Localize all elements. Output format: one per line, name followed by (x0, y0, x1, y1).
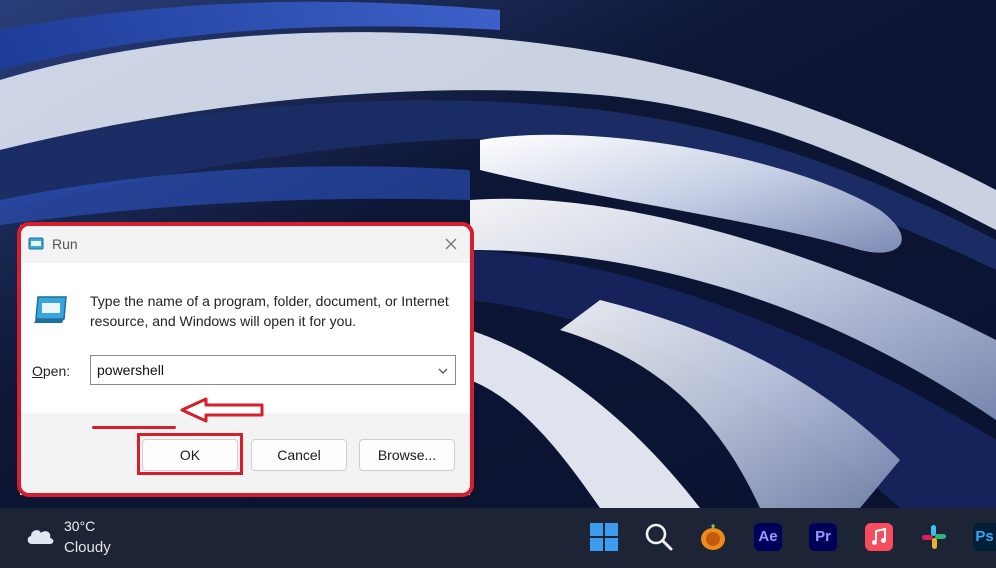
photoshop-icon[interactable]: Ps (973, 523, 996, 551)
after-effects-icon[interactable]: Ae (754, 523, 782, 551)
music-note-icon[interactable] (864, 522, 894, 552)
fl-studio-icon[interactable] (698, 522, 728, 552)
dialog-highlight-frame (17, 222, 474, 497)
weather-condition[interactable]: Cloudy (64, 539, 111, 556)
windows-start-icon[interactable] (589, 522, 619, 552)
slack-icon[interactable] (919, 522, 949, 552)
cloud-icon[interactable] (24, 524, 56, 548)
taskbar: 30°C Cloudy Ae Pr Ps (0, 508, 996, 568)
search-icon[interactable] (644, 522, 674, 552)
premiere-pro-icon[interactable]: Pr (809, 523, 837, 551)
weather-temperature[interactable]: 30°C (64, 518, 95, 534)
